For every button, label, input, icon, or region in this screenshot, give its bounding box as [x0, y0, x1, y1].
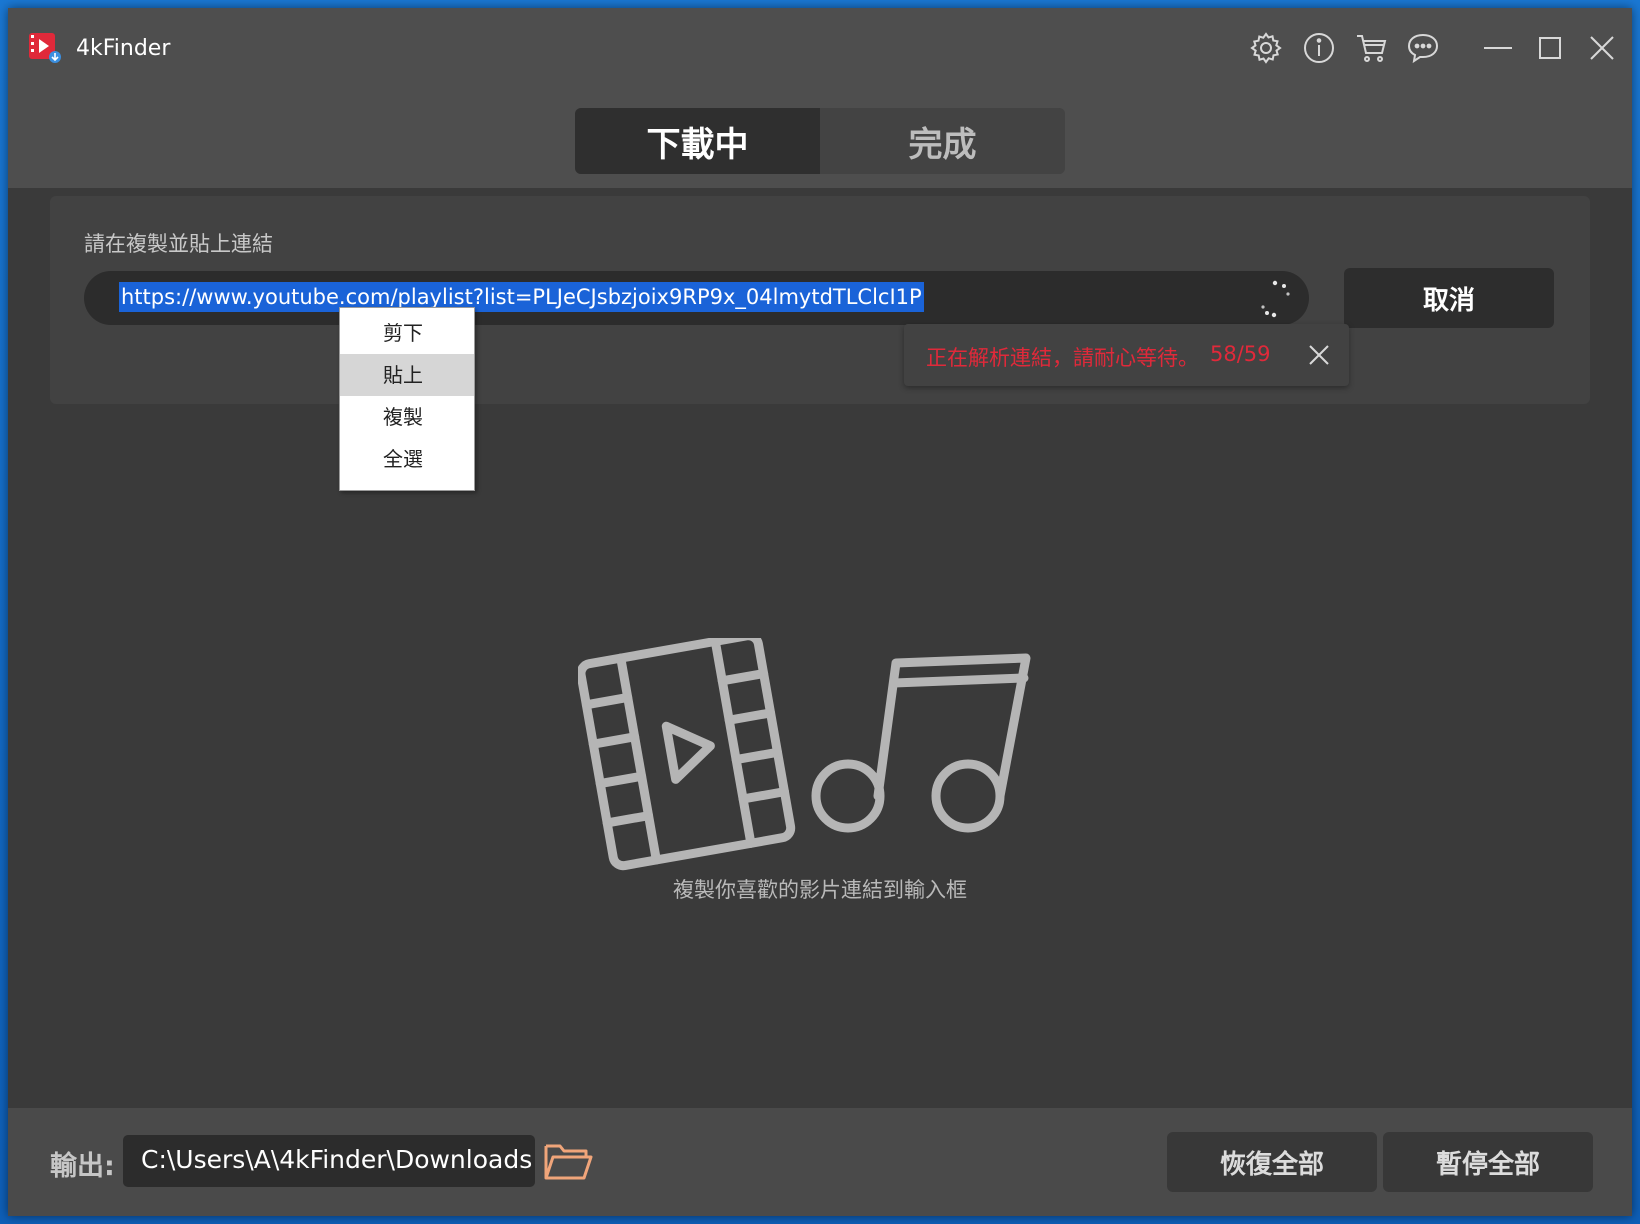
url-panel-label: 請在複製並貼上連結	[84, 232, 273, 256]
tab-band: 下載中 完成	[8, 90, 1632, 188]
cancel-button[interactable]: 取消	[1344, 268, 1554, 328]
context-menu-copy[interactable]: 複製	[340, 396, 474, 438]
output-path-field[interactable]: C:\Users\A\4kFinder\Downloads	[123, 1135, 535, 1187]
parse-status-popup: 正在解析連結，請耐心等待。 58/59	[904, 324, 1349, 386]
context-menu-select-all[interactable]: 全選	[340, 438, 474, 480]
parse-status-count: 58/59	[1210, 342, 1271, 366]
app-logo-icon	[28, 30, 62, 64]
empty-state-hint: 複製你喜歡的影片連結到輸入框	[673, 878, 967, 902]
app-title: 4kFinder	[76, 36, 171, 61]
url-panel: 請在複製並貼上連結 https://www.youtube.com/playli…	[50, 196, 1590, 404]
pause-all-button[interactable]: 暫停全部	[1383, 1132, 1593, 1192]
bottom-bar: 輸出: C:\Users\A\4kFinder\Downloads 恢復全部 暫…	[8, 1108, 1632, 1216]
status-close-icon[interactable]	[1306, 342, 1332, 368]
url-input[interactable]: https://www.youtube.com/playlist?list=PL…	[84, 271, 1309, 325]
app-window: 4kFinder 下載中 完成 請在複製並貼上連結 https://www.yo…	[8, 8, 1632, 1216]
tab-finished[interactable]: 完成	[820, 108, 1065, 174]
chat-icon[interactable]	[1405, 30, 1441, 66]
context-menu-cut[interactable]: 剪下	[340, 312, 474, 354]
cart-icon[interactable]	[1353, 30, 1389, 66]
output-label: 輸出:	[50, 1151, 115, 1182]
folder-icon[interactable]	[543, 1138, 593, 1184]
maximize-icon[interactable]	[1532, 30, 1568, 66]
close-icon[interactable]	[1584, 30, 1620, 66]
title-bar: 4kFinder	[8, 8, 1632, 90]
resume-all-button[interactable]: 恢復全部	[1167, 1132, 1377, 1192]
context-menu: 剪下 貼上 複製 全選	[339, 307, 475, 491]
url-input-value[interactable]: https://www.youtube.com/playlist?list=PL…	[119, 282, 924, 312]
tab-switcher: 下載中 完成	[575, 108, 1065, 174]
empty-state-illustration	[576, 631, 1078, 888]
tab-downloading[interactable]: 下載中	[575, 108, 820, 174]
info-icon[interactable]	[1301, 30, 1337, 66]
minimize-icon[interactable]	[1480, 30, 1516, 66]
loading-spinner-icon	[1255, 277, 1295, 319]
parse-status-text: 正在解析連結，請耐心等待。	[926, 346, 1199, 370]
music-note-icon	[811, 653, 1031, 833]
gear-icon[interactable]	[1248, 30, 1284, 66]
context-menu-paste[interactable]: 貼上	[340, 354, 474, 396]
film-strip-icon	[576, 631, 796, 871]
